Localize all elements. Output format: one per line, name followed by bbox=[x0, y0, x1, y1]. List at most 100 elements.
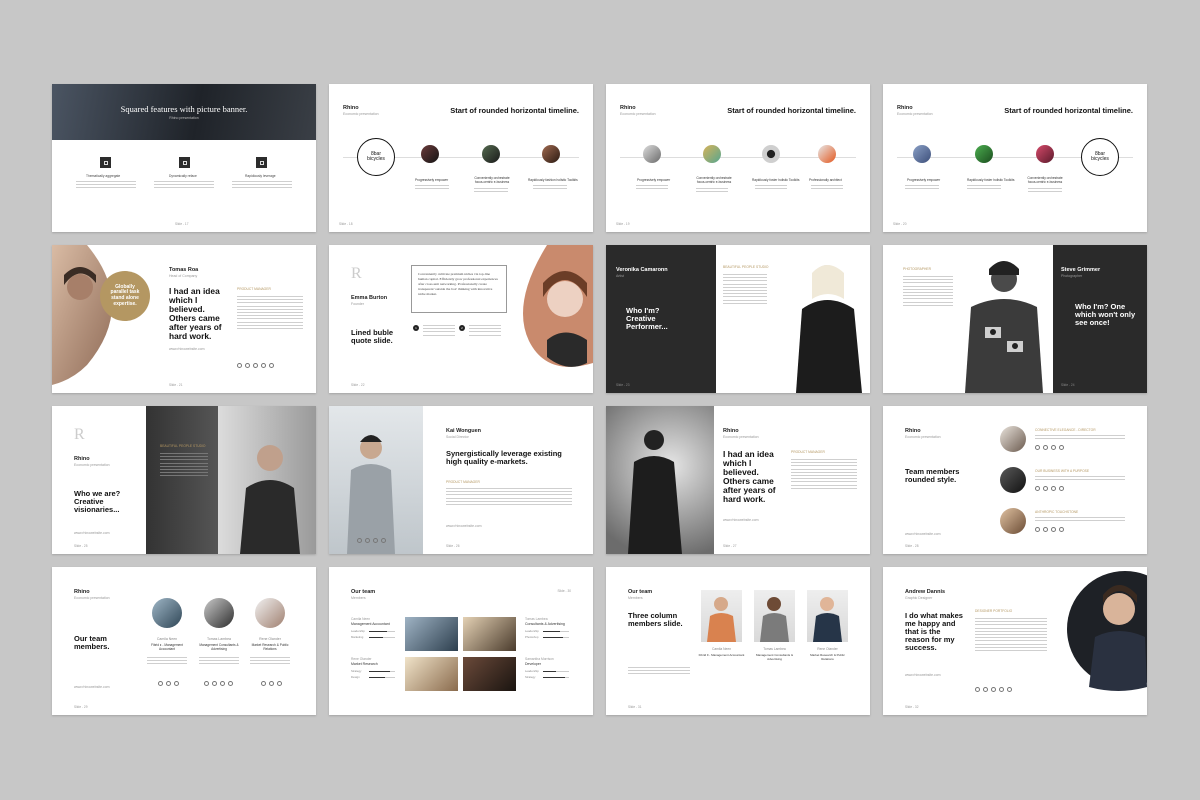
member-label: OUR BUSINESS WITH A PURPOSE bbox=[1035, 469, 1090, 473]
slide-emma-burton[interactable]: R Emma Burton Founder Lined buble quote … bbox=[329, 245, 593, 393]
member-photo bbox=[152, 598, 182, 628]
linkedin-icon[interactable] bbox=[228, 681, 233, 686]
slide-kai-wonguen[interactable]: Kai Wonguen Social Director Synergistica… bbox=[329, 406, 593, 554]
social-links[interactable] bbox=[261, 681, 282, 686]
facebook-icon[interactable] bbox=[975, 687, 980, 692]
person-role: Artist bbox=[616, 274, 624, 278]
speech-bubble: Conveniently cultivate premium niches vi… bbox=[411, 265, 507, 313]
slide-timeline-1[interactable]: Rhino Economic presentation Start of rou… bbox=[329, 84, 593, 232]
slide-team-rounded[interactable]: Rhino Economic presentation Team members… bbox=[883, 406, 1147, 554]
member-text bbox=[199, 657, 239, 665]
twitter-icon[interactable] bbox=[1043, 486, 1048, 491]
slide-number: Slide - 18 bbox=[339, 222, 353, 226]
linkedin-icon[interactable] bbox=[1059, 527, 1064, 532]
instagram-icon[interactable] bbox=[1051, 486, 1056, 491]
slide-squared-features[interactable]: Squared features with picture banner. Rh… bbox=[52, 84, 316, 232]
linkedin-icon[interactable] bbox=[261, 363, 266, 368]
brand-name: Rhino bbox=[74, 456, 90, 462]
brand-subtitle: Economic presentation bbox=[723, 435, 759, 439]
body-text bbox=[237, 296, 303, 329]
twitter-icon[interactable] bbox=[166, 681, 171, 686]
social-links[interactable] bbox=[1035, 527, 1064, 532]
dribbble-icon[interactable] bbox=[1007, 687, 1012, 692]
team-photo bbox=[405, 617, 458, 651]
twitter-icon[interactable] bbox=[1043, 445, 1048, 450]
twitter-icon[interactable] bbox=[269, 681, 274, 686]
timeline-text bbox=[967, 185, 1001, 190]
member-photo bbox=[807, 590, 848, 642]
instagram-icon[interactable] bbox=[1051, 527, 1056, 532]
instagram-icon[interactable] bbox=[174, 681, 179, 686]
skill-bar bbox=[543, 676, 569, 679]
banner-title: Squared features with picture banner. bbox=[120, 104, 248, 114]
linkedin-icon[interactable] bbox=[999, 687, 1004, 692]
skill-bar bbox=[543, 630, 569, 633]
highlight-ring: 8bar bicycles bbox=[357, 138, 395, 176]
slide-steve-grimmer[interactable]: PHOTOGRAPHER Steve Grimmer Photographer … bbox=[883, 245, 1147, 393]
member-role: Market Research & Public Relations bbox=[251, 643, 289, 651]
skill-label: Strategy bbox=[351, 669, 362, 673]
brand-name: Rhino bbox=[897, 105, 913, 111]
slide-andrew-dannis[interactable]: Andrew Dannis Graphic Designer I do what… bbox=[883, 567, 1147, 715]
instagram-icon[interactable] bbox=[220, 681, 225, 686]
slide-our-team-members[interactable]: Rhino Economic presentation Our team mem… bbox=[52, 567, 316, 715]
social-links[interactable] bbox=[357, 538, 386, 543]
twitter-icon[interactable] bbox=[365, 538, 370, 543]
social-links[interactable] bbox=[204, 681, 233, 686]
member-text bbox=[250, 657, 290, 665]
twitter-icon[interactable] bbox=[983, 687, 988, 692]
slide-timeline-3[interactable]: Rhino Economic presentation Start of rou… bbox=[883, 84, 1147, 232]
slide-three-column[interactable]: Our team Members Three column members sl… bbox=[606, 567, 870, 715]
instagram-icon[interactable] bbox=[373, 538, 378, 543]
slide-who-we-are[interactable]: R Rhino Economic presentation Who we are… bbox=[52, 406, 316, 554]
twitter-icon[interactable] bbox=[1043, 527, 1048, 532]
feature-text bbox=[154, 181, 214, 189]
timeline-photo bbox=[482, 145, 500, 163]
timeline-label: Conveniently orchestrate focus-centric e… bbox=[696, 176, 732, 184]
twitter-icon[interactable] bbox=[245, 363, 250, 368]
social-links[interactable] bbox=[237, 363, 274, 368]
social-links[interactable] bbox=[975, 687, 1012, 692]
slide-veronika[interactable]: Veronika Camaronn Artist Who I'm? Creati… bbox=[606, 245, 870, 393]
slide-heading: Team members rounded style. bbox=[905, 467, 960, 485]
slide-tomas-roa[interactable]: Globally parallel task stand alone exper… bbox=[52, 245, 316, 393]
slide-timeline-2[interactable]: Rhino Economic presentation Start of rou… bbox=[606, 84, 870, 232]
slide-number: Slide - 31 bbox=[628, 705, 642, 709]
facebook-icon[interactable] bbox=[357, 538, 362, 543]
member-name: Tomas Lambea bbox=[525, 617, 548, 621]
social-links[interactable] bbox=[158, 681, 179, 686]
member-role: Consultants & Advertising bbox=[525, 622, 565, 626]
facebook-icon[interactable] bbox=[1035, 486, 1040, 491]
brand-subtitle: Economic presentation bbox=[343, 112, 379, 116]
instagram-icon[interactable] bbox=[277, 681, 282, 686]
instagram-icon[interactable] bbox=[991, 687, 996, 692]
slide-hard-work[interactable]: Rhino Economic presentation I had an ide… bbox=[606, 406, 870, 554]
step-text bbox=[469, 325, 501, 336]
social-links[interactable] bbox=[1035, 486, 1064, 491]
facebook-icon[interactable] bbox=[1035, 527, 1040, 532]
linkedin-icon[interactable] bbox=[381, 538, 386, 543]
facebook-icon[interactable] bbox=[158, 681, 163, 686]
step-number: 1 bbox=[413, 325, 419, 331]
section-label: PHOTOGRAPHER bbox=[903, 267, 931, 271]
slide-heading: Who I'm? One which won't only see once! bbox=[1075, 302, 1136, 328]
social-links[interactable] bbox=[1035, 445, 1064, 450]
body-text bbox=[975, 618, 1047, 651]
dribbble-icon[interactable] bbox=[269, 363, 274, 368]
slide-number: Slide - 30 bbox=[557, 589, 571, 593]
slide-team-skills[interactable]: Our team Members Slide - 30 Camila Neen … bbox=[329, 567, 593, 715]
facebook-icon[interactable] bbox=[1035, 445, 1040, 450]
slide-number: Slide - 25 bbox=[74, 544, 88, 548]
instagram-icon[interactable] bbox=[253, 363, 258, 368]
portrait-photo bbox=[507, 245, 593, 393]
linkedin-icon[interactable] bbox=[1059, 445, 1064, 450]
member-role: Management Consultants & Advertising bbox=[755, 653, 794, 661]
slide-heading: Our team bbox=[628, 589, 653, 595]
facebook-icon[interactable] bbox=[237, 363, 242, 368]
linkedin-icon[interactable] bbox=[1059, 486, 1064, 491]
quote-badge: Globally parallel task stand alone exper… bbox=[100, 271, 150, 321]
facebook-icon[interactable] bbox=[204, 681, 209, 686]
instagram-icon[interactable] bbox=[1051, 445, 1056, 450]
twitter-icon[interactable] bbox=[212, 681, 217, 686]
facebook-icon[interactable] bbox=[261, 681, 266, 686]
